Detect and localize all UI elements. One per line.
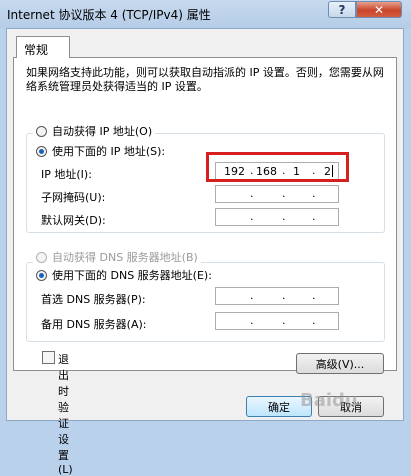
gateway-field[interactable]: . . . xyxy=(215,208,339,226)
radio-auto-ip[interactable]: 自动获得 IP 地址(O) xyxy=(33,123,156,139)
ip-dot: . xyxy=(312,187,316,200)
help-icon: ? xyxy=(338,2,346,17)
close-icon: ✕ xyxy=(373,2,385,17)
radio-manual-dns-label: 使用下面的 DNS 服务器地址(E): xyxy=(52,269,212,282)
advanced-button[interactable]: 高级(V)... xyxy=(296,353,384,374)
ip-dot: . xyxy=(312,210,316,223)
preferred-dns-label: 首选 DNS 服务器(P): xyxy=(41,293,146,306)
validate-checkbox[interactable] xyxy=(42,351,55,364)
validate-label: 退出时验证设置(L) xyxy=(58,353,73,476)
radio-manual-ip-button[interactable] xyxy=(36,145,47,157)
ip-dot: . xyxy=(250,210,254,223)
radio-auto-dns[interactable]: 自动获得 DNS 服务器地址(B) xyxy=(33,249,201,265)
radio-auto-ip-label: 自动获得 IP 地址(O) xyxy=(52,125,153,138)
close-button[interactable]: ✕ xyxy=(356,1,402,18)
watermark: Baidu xyxy=(300,390,358,411)
ip-dot: . xyxy=(282,210,286,223)
title-bar: Internet 协议版本 4 (TCP/IPv4) 属性 ? ✕ xyxy=(0,0,411,28)
radio-auto-ip-button[interactable] xyxy=(36,125,47,137)
subnet-mask-label: 子网掩码(U): xyxy=(41,191,106,204)
ip-address-label: IP 地址(I): xyxy=(41,168,92,181)
radio-manual-ip[interactable]: 使用下面的 IP 地址(S): xyxy=(33,143,169,159)
ip-dot: . xyxy=(282,314,286,327)
ip-dot: . xyxy=(282,187,286,200)
radio-auto-dns-label: 自动获得 DNS 服务器地址(B) xyxy=(52,251,198,264)
ip-dot: . xyxy=(250,187,254,200)
radio-auto-dns-button[interactable] xyxy=(36,251,47,263)
window-title: Internet 协议版本 4 (TCP/IPv4) 属性 xyxy=(7,8,211,22)
ip-dot: . xyxy=(250,314,254,327)
alternate-dns-label: 备用 DNS 服务器(A): xyxy=(41,318,147,331)
radio-manual-ip-label: 使用下面的 IP 地址(S): xyxy=(52,145,166,158)
radio-manual-dns[interactable]: 使用下面的 DNS 服务器地址(E): xyxy=(33,267,215,283)
ip-dot: . xyxy=(312,289,316,302)
highlight-box xyxy=(206,152,349,182)
ip-dot: . xyxy=(250,289,254,302)
ip-dot: . xyxy=(312,314,316,327)
description-text: 如果网络支持此功能，则可以获取自动指派的 IP 设置。否则，您需要从网络系统管理… xyxy=(26,66,384,93)
gateway-label: 默认网关(D): xyxy=(41,214,106,227)
alternate-dns-field[interactable]: . . . xyxy=(215,312,339,330)
subnet-mask-field[interactable]: . . . xyxy=(215,185,339,203)
preferred-dns-field[interactable]: . . . xyxy=(215,287,339,305)
radio-manual-dns-button[interactable] xyxy=(36,269,47,281)
tab-general[interactable]: 常规 xyxy=(16,36,70,58)
ip-dot: . xyxy=(282,289,286,302)
help-button[interactable]: ? xyxy=(328,1,356,18)
